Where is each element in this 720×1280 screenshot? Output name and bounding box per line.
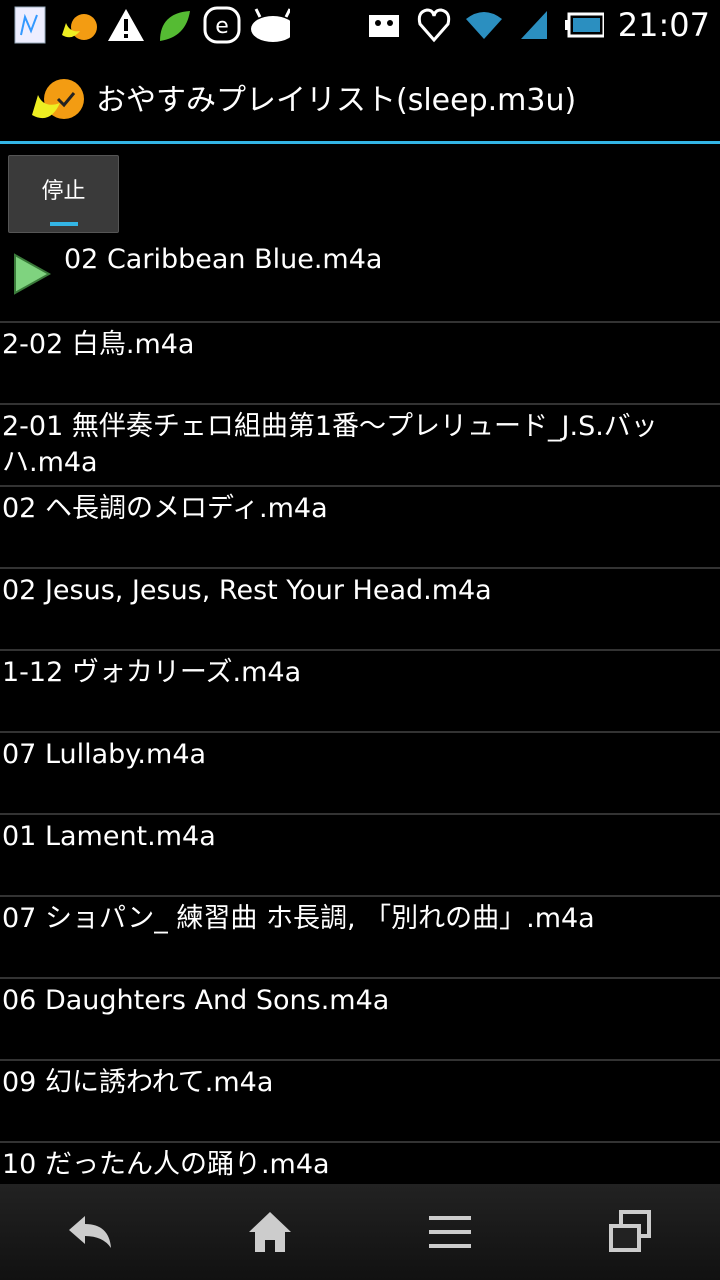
track-title: 02 ヘ長調のメロディ.m4a — [2, 493, 328, 524]
playlist-item[interactable]: 06 Daughters And Sons.m4a — [0, 979, 720, 1061]
playlist-item[interactable]: 1-12 ヴォカリーズ.m4a — [0, 651, 720, 733]
playlist-item[interactable]: 01 Lament.m4a — [0, 815, 720, 897]
back-icon — [69, 1216, 111, 1248]
page-title: おやすみプレイリスト(sleep.m3u) — [96, 82, 577, 118]
track-title: 2-01 無伴奏チェロ組曲第1番〜プレリュード_J.S.バッハ.m4a — [2, 411, 658, 478]
leaf-icon — [154, 5, 194, 45]
playlist-item[interactable]: 09 幻に誘われて.m4a — [0, 1061, 720, 1143]
track-title: 02 Jesus, Jesus, Rest Your Head.m4a — [2, 575, 492, 606]
home-button[interactable] — [230, 1202, 310, 1262]
playlist-item-playing[interactable]: 02 Caribbean Blue.m4a — [0, 232, 720, 323]
menu-button[interactable] — [410, 1202, 490, 1262]
wifi-icon — [464, 5, 504, 45]
track-title: 02 Caribbean Blue.m4a — [64, 244, 383, 275]
menu-icon — [429, 1216, 471, 1248]
track-title: 06 Daughters And Sons.m4a — [2, 985, 390, 1016]
recent-apps-button[interactable] — [590, 1202, 670, 1262]
stop-button-indicator — [50, 222, 78, 226]
app-moon-icon — [58, 5, 98, 45]
heart-icon — [414, 5, 454, 45]
playlist-item[interactable]: 07 Lullaby.m4a — [0, 733, 720, 815]
stop-button-label: 停止 — [41, 179, 86, 204]
navigation-bar — [0, 1184, 720, 1280]
stop-button[interactable]: 停止 — [8, 155, 119, 233]
track-title: 10 だったん人の踊り.m4a — [2, 1149, 330, 1180]
track-title: 07 ショパン_ 練習曲 ホ長調, 「別れの曲」.m4a — [2, 903, 595, 934]
play-icon — [14, 253, 52, 295]
track-title: 1-12 ヴォカリーズ.m4a — [2, 657, 302, 688]
warning-icon — [106, 5, 146, 45]
playlist-item[interactable]: 2-01 無伴奏チェロ組曲第1番〜プレリュード_J.S.バッハ.m4a — [0, 405, 720, 487]
svg-text:e: e — [215, 14, 229, 39]
recent-apps-icon — [609, 1210, 651, 1252]
signal-icon — [514, 5, 554, 45]
notepad-icon — [10, 5, 50, 45]
e-icon: e — [202, 5, 242, 45]
playlist-item[interactable]: 2-02 白鳥.m4a — [0, 323, 720, 405]
track-title: 01 Lament.m4a — [2, 821, 216, 852]
app-icon — [32, 78, 84, 119]
playlist: 02 Caribbean Blue.m4a 2-02 白鳥.m4a 2-01 無… — [0, 232, 720, 1225]
status-bar: e 21:07 — [0, 0, 720, 50]
back-button[interactable] — [50, 1202, 130, 1262]
battery-icon — [564, 5, 604, 45]
playlist-item[interactable]: 07 ショパン_ 練習曲 ホ長調, 「別れの曲」.m4a — [0, 897, 720, 979]
playlist-item[interactable]: 02 ヘ長調のメロディ.m4a — [0, 487, 720, 569]
playlist-item[interactable]: 02 Jesus, Jesus, Rest Your Head.m4a — [0, 569, 720, 651]
track-title: 2-02 白鳥.m4a — [2, 329, 195, 360]
home-icon — [249, 1212, 291, 1252]
track-title: 09 幻に誘われて.m4a — [2, 1067, 274, 1098]
voicemail-icon — [364, 5, 404, 45]
action-bar: おやすみプレイリスト(sleep.m3u) — [0, 52, 720, 144]
android-icon — [250, 5, 290, 45]
clock: 21:07 — [617, 6, 710, 44]
track-title: 07 Lullaby.m4a — [2, 739, 207, 770]
